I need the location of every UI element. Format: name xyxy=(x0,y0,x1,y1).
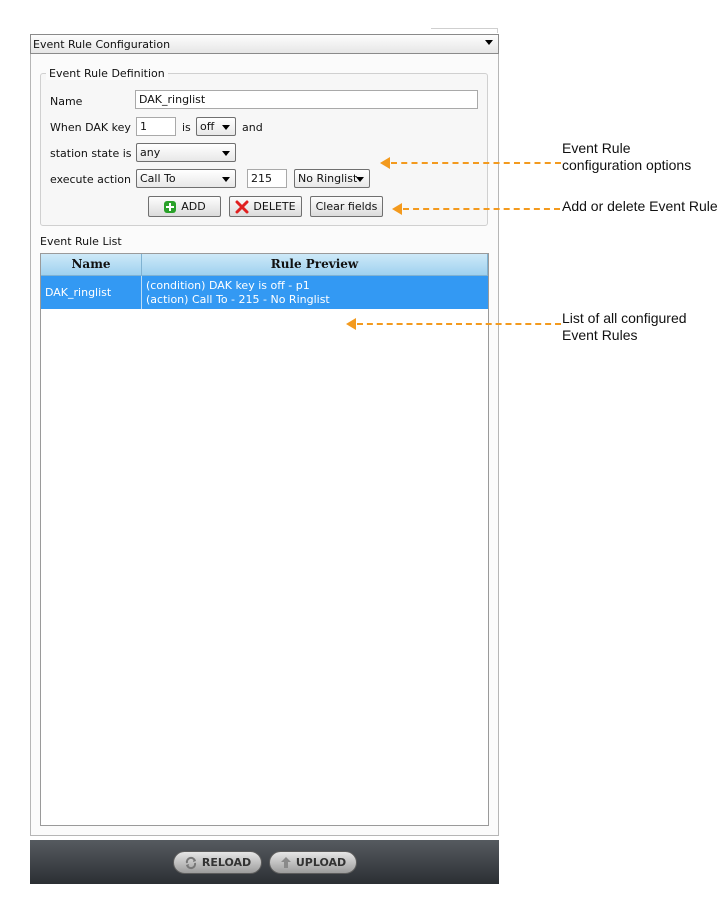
annotation-list-text: List of all configured Event Rules xyxy=(562,310,687,344)
annotation-config-line1: Event Rule xyxy=(562,140,631,156)
chevron-down-icon xyxy=(222,125,230,130)
chevron-down-icon xyxy=(222,177,230,182)
dak-key-label: When DAK key xyxy=(50,121,131,134)
clear-fields-label: Clear fields xyxy=(315,200,378,213)
event-rule-list[interactable] xyxy=(40,253,489,826)
group-legend: Event Rule Definition xyxy=(46,67,168,80)
execute-action-label: execute action xyxy=(50,173,131,186)
annotation-add-delete-text: Add or delete Event Rule xyxy=(562,198,718,214)
annotation-list-line2: Event Rules xyxy=(562,327,638,343)
panel-title: Event Rule Configuration xyxy=(33,38,171,51)
chevron-down-icon xyxy=(222,151,230,156)
row-name-cell: DAK_ringlist xyxy=(41,276,142,309)
key-state-value: off xyxy=(200,120,215,133)
upload-button[interactable]: UPLOAD xyxy=(269,851,357,874)
name-label: Name xyxy=(50,95,83,108)
is-label: is xyxy=(182,121,191,134)
clear-fields-button[interactable]: Clear fields xyxy=(310,196,383,217)
preview-action: (action) Call To - 215 - No Ringlist xyxy=(146,293,330,306)
chevron-down-icon xyxy=(356,177,364,182)
station-state-label: station state is xyxy=(50,147,132,160)
name-input[interactable]: DAK_ringlist xyxy=(135,90,478,109)
add-button[interactable]: ADD xyxy=(148,196,221,217)
action-select[interactable]: Call To xyxy=(136,169,236,188)
reload-label: RELOAD xyxy=(201,856,252,869)
station-state-select[interactable]: any xyxy=(136,143,236,162)
preview-condition: (condition) DAK key is off - p1 xyxy=(146,279,310,292)
delete-button[interactable]: DELETE xyxy=(229,196,302,217)
annotation-arrow-add-delete xyxy=(392,203,402,215)
row-preview-cell: (condition) DAK key is off - p1 (action)… xyxy=(142,276,488,309)
annotation-config-line2: configuration options xyxy=(562,157,692,173)
delete-x-icon xyxy=(235,200,249,213)
reload-button[interactable]: RELOAD xyxy=(173,851,262,874)
delete-button-label: DELETE xyxy=(253,200,296,213)
ringlist-value: No Ringlist xyxy=(298,172,358,185)
key-state-select[interactable]: off xyxy=(196,117,236,136)
plus-icon xyxy=(164,200,177,213)
chevron-down-icon[interactable] xyxy=(485,40,493,45)
panel-title-dropdown[interactable]: Event Rule Configuration xyxy=(30,34,499,54)
window-edge xyxy=(431,28,498,33)
upload-label: UPLOAD xyxy=(295,856,347,869)
add-button-label: ADD xyxy=(181,200,206,213)
footer-toolbar xyxy=(30,840,499,884)
and-label: and xyxy=(242,121,263,134)
annotation-config-text: Event Rule configuration options xyxy=(562,140,691,174)
upload-icon xyxy=(280,856,291,868)
column-header-rule-preview[interactable]: Rule Preview xyxy=(142,254,488,276)
column-header-name[interactable]: Name xyxy=(41,254,142,276)
annotation-line-add-delete xyxy=(403,208,560,210)
annotation-list-line1: List of all configured xyxy=(562,310,687,326)
reload-icon xyxy=(185,856,196,869)
number-input[interactable]: 215 xyxy=(247,169,287,188)
annotation-line-list xyxy=(357,323,561,325)
event-rule-list-label: Event Rule List xyxy=(40,235,122,248)
annotation-line-config xyxy=(391,162,561,164)
annotation-arrow-config xyxy=(380,157,390,169)
ringlist-select[interactable]: No Ringlist xyxy=(294,169,370,188)
dak-key-input[interactable]: 1 xyxy=(136,117,176,136)
action-value: Call To xyxy=(140,172,176,185)
station-state-value: any xyxy=(140,146,161,159)
annotation-arrow-list xyxy=(346,318,356,330)
